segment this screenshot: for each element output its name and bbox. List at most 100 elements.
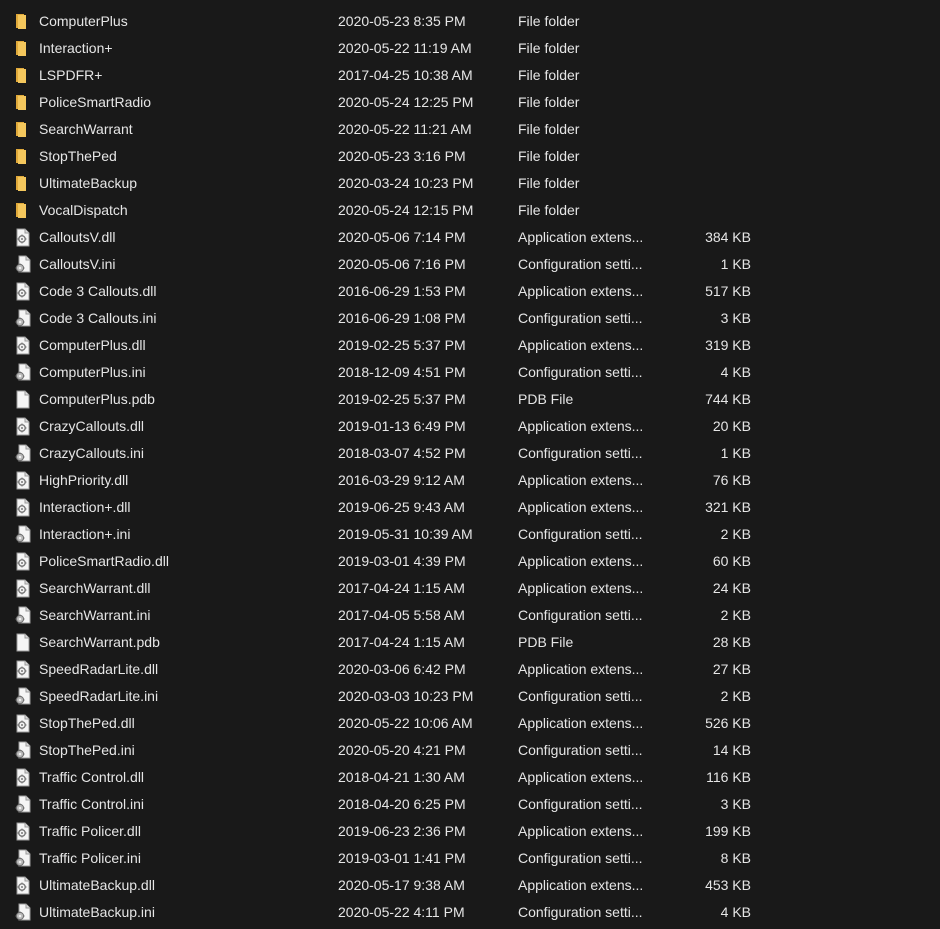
file-name: UltimateBackup.ini (39, 904, 155, 920)
file-type: Application extens... (518, 229, 644, 245)
file-row[interactable]: CrazyCallouts.ini 2018-03-07 4:52 PM Confi… (0, 440, 940, 467)
folder-row[interactable]: StopThePed 2020-05-23 3:16 PM File folder (0, 143, 940, 170)
file-name: Interaction+.dll (39, 499, 131, 515)
folder-icon (14, 147, 32, 166)
file-type: Configuration setti... (518, 256, 643, 272)
file-size: 2 KB (720, 688, 751, 704)
file-type: File folder (518, 121, 580, 137)
file-date-modified: 2019-03-01 1:41 PM (338, 850, 466, 866)
file-name: Traffic Policer.ini (39, 850, 141, 866)
file-date-modified: 2018-12-09 4:51 PM (338, 364, 466, 380)
file-size: 744 KB (705, 391, 751, 407)
file-list: ComputerPlus 2020-05-23 8:35 PM File folde… (0, 8, 940, 926)
folder-icon (14, 12, 32, 31)
file-type: Application extens... (518, 418, 644, 434)
file-name: Traffic Control.ini (39, 796, 145, 812)
ini-file-icon (14, 309, 32, 328)
folder-row[interactable]: VocalDispatch 2020-05-24 12:15 PM File fol… (0, 197, 940, 224)
file-type: Application extens... (518, 472, 644, 488)
file-row[interactable]: HighPriority.dll 2016-03-29 9:12 AM Applic… (0, 467, 940, 494)
file-name: ComputerPlus.pdb (39, 391, 155, 407)
file-type: Application extens... (518, 553, 644, 569)
file-row[interactable]: SearchWarrant.pdb 2017-04-24 1:15 AM PDB F… (0, 629, 940, 656)
file-row[interactable]: ComputerPlus.ini 2018-12-09 4:51 PM Config… (0, 359, 940, 386)
file-date-modified: 2018-03-07 4:52 PM (338, 445, 466, 461)
file-date-modified: 2019-06-25 9:43 AM (338, 499, 465, 515)
file-row[interactable]: SearchWarrant.ini 2017-04-05 5:58 AM Confi… (0, 602, 940, 629)
file-date-modified: 2017-04-05 5:58 AM (338, 607, 465, 623)
folder-icon (14, 174, 32, 193)
dll-file-icon (14, 714, 32, 733)
file-row[interactable]: Code 3 Callouts.dll 2016-06-29 1:53 PM App… (0, 278, 940, 305)
folder-row[interactable]: SearchWarrant 2020-05-22 11:21 AM File fol… (0, 116, 940, 143)
file-type: Configuration setti... (518, 364, 643, 380)
file-size: 24 KB (712, 580, 751, 596)
file-name: SearchWarrant.pdb (39, 634, 160, 650)
file-size: 3 KB (720, 796, 751, 812)
file-name: ComputerPlus (39, 13, 128, 29)
ini-file-icon (14, 606, 32, 625)
file-date-modified: 2020-05-17 9:38 AM (338, 877, 465, 893)
folder-row[interactable]: Interaction+ 2020-05-22 11:19 AM File fold… (0, 35, 940, 62)
file-type: Application extens... (518, 877, 644, 893)
folder-icon (14, 39, 32, 58)
file-size: 517 KB (705, 283, 751, 299)
file-size: 60 KB (712, 553, 751, 569)
file-name: SearchWarrant.dll (39, 580, 151, 596)
file-row[interactable]: Interaction+.dll 2019-06-25 9:43 AM Applic… (0, 494, 940, 521)
file-name: HighPriority.dll (39, 472, 129, 488)
file-row[interactable]: PoliceSmartRadio.dll 2019-03-01 4:39 PM Ap… (0, 548, 940, 575)
blank-file-icon (14, 390, 32, 409)
file-row[interactable]: Traffic Control.ini 2018-04-20 6:25 PM Con… (0, 791, 940, 818)
file-type: PDB File (518, 634, 574, 650)
file-name: SearchWarrant (39, 121, 133, 137)
file-name: PoliceSmartRadio.dll (39, 553, 169, 569)
file-row[interactable]: SpeedRadarLite.ini 2020-03-03 10:23 PM Con… (0, 683, 940, 710)
file-row[interactable]: UltimateBackup.ini 2020-05-22 4:11 PM Conf… (0, 899, 940, 926)
file-type: Configuration setti... (518, 904, 643, 920)
file-size: 14 KB (712, 742, 751, 758)
file-name: ComputerPlus.dll (39, 337, 146, 353)
file-row[interactable]: ComputerPlus.pdb 2019-02-25 5:37 PM PDB Fi… (0, 386, 940, 413)
file-type: Configuration setti... (518, 445, 643, 461)
file-row[interactable]: Traffic Policer.ini 2019-03-01 1:41 PM Con… (0, 845, 940, 872)
file-row[interactable]: CalloutsV.ini 2020-05-06 7:16 PM Configura… (0, 251, 940, 278)
ini-file-icon (14, 525, 32, 544)
file-date-modified: 2017-04-24 1:15 AM (338, 634, 465, 650)
file-row[interactable]: Interaction+.ini 2019-05-31 10:39 AM Confi… (0, 521, 940, 548)
file-row[interactable]: CalloutsV.dll 2020-05-06 7:14 PM Applicati… (0, 224, 940, 251)
file-date-modified: 2016-06-29 1:53 PM (338, 283, 466, 299)
file-name: CrazyCallouts.dll (39, 418, 145, 434)
file-name: SpeedRadarLite.dll (39, 661, 159, 677)
file-type: Application extens... (518, 769, 644, 785)
dll-file-icon (14, 822, 32, 841)
file-row[interactable]: Traffic Control.dll 2018-04-21 1:30 AM App… (0, 764, 940, 791)
file-row[interactable]: CrazyCallouts.dll 2019-01-13 6:49 PM Appli… (0, 413, 940, 440)
folder-row[interactable]: ComputerPlus 2020-05-23 8:35 PM File folde… (0, 8, 940, 35)
folder-row[interactable]: LSPDFR+ 2017-04-25 10:38 AM File folder (0, 62, 940, 89)
file-row[interactable]: SpeedRadarLite.dll 2020-03-06 6:42 PM Appl… (0, 656, 940, 683)
file-row[interactable]: ComputerPlus.dll 2019-02-25 5:37 PM Applic… (0, 332, 940, 359)
file-name: CrazyCallouts.ini (39, 445, 145, 461)
file-type: File folder (518, 13, 580, 29)
file-date-modified: 2017-04-25 10:38 AM (338, 67, 473, 83)
file-name: StopThePed (39, 148, 117, 164)
file-type: Configuration setti... (518, 526, 643, 542)
file-row[interactable]: StopThePed.ini 2020-05-20 4:21 PM Configur… (0, 737, 940, 764)
dll-file-icon (14, 282, 32, 301)
file-name: StopThePed.dll (39, 715, 135, 731)
file-row[interactable]: StopThePed.dll 2020-05-22 10:06 AM Applica… (0, 710, 940, 737)
file-size: 2 KB (720, 526, 751, 542)
file-row[interactable]: UltimateBackup.dll 2020-05-17 9:38 AM Appl… (0, 872, 940, 899)
folder-row[interactable]: PoliceSmartRadio 2020-05-24 12:25 PM File … (0, 89, 940, 116)
folder-row[interactable]: UltimateBackup 2020-03-24 10:23 PM File fo… (0, 170, 940, 197)
file-type: Configuration setti... (518, 688, 643, 704)
file-date-modified: 2019-03-01 4:39 PM (338, 553, 466, 569)
file-name: PoliceSmartRadio (39, 94, 152, 110)
file-type: Configuration setti... (518, 796, 643, 812)
file-row[interactable]: Code 3 Callouts.ini 2016-06-29 1:08 PM Con… (0, 305, 940, 332)
file-size: 453 KB (705, 877, 751, 893)
file-row[interactable]: SearchWarrant.dll 2017-04-24 1:15 AM Appli… (0, 575, 940, 602)
file-row[interactable]: Traffic Policer.dll 2019-06-23 2:36 PM App… (0, 818, 940, 845)
file-type: Application extens... (518, 823, 644, 839)
